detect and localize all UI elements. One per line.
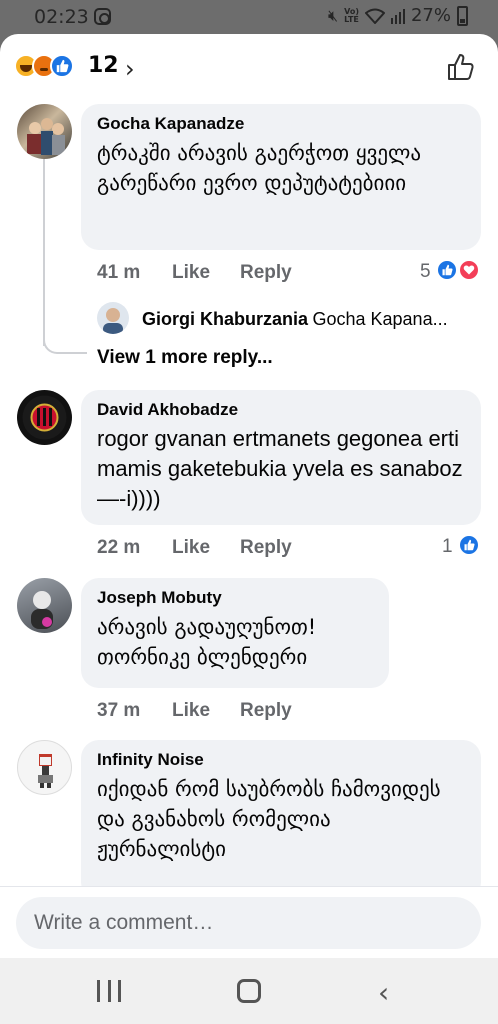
reply-preview[interactable]: Giorgi Khaburzania Gocha Kapana... <box>142 309 448 330</box>
thread-curve <box>43 284 87 354</box>
comment-time: 41 m <box>97 262 141 283</box>
chevron-right-icon[interactable]: › <box>125 55 135 83</box>
comment-input[interactable] <box>16 897 481 949</box>
battery-text: 27% <box>410 5 451 26</box>
comment-bubble[interactable]: David Akhobadze rogor gvanan ertmanets g… <box>81 390 481 525</box>
battery-icon <box>457 5 468 26</box>
reply-text: Gocha Kapana... <box>312 309 448 329</box>
avatar[interactable] <box>97 302 129 334</box>
comment-actions: 37 m Like Reply <box>97 700 397 724</box>
home-icon[interactable] <box>237 979 261 1003</box>
comment-text: არავის გადაუღუნოთ! თორნიკე ბლენდერი <box>97 615 317 669</box>
reaction-count[interactable]: 12 <box>88 53 119 78</box>
reply-button[interactable]: Reply <box>240 700 292 722</box>
status-time: 02:23 <box>34 6 89 28</box>
comment-bubble[interactable]: Joseph Mobuty არავის გადაუღუნოთ! თორნიკე… <box>81 578 389 688</box>
comment-time: 37 m <box>97 700 141 721</box>
love-icon <box>458 259 480 281</box>
comment-author[interactable]: Gocha Kapanadze <box>97 114 465 134</box>
status-bar: 02:23 🔇︎ Vo) LTE 27% <box>0 0 498 34</box>
comment-text: ტრაკში არავის გაერჭოთ ყველა გარეწარი ევრ… <box>97 141 422 195</box>
comment-text: rogor gvanan ertmanets gegonea erti mami… <box>97 426 463 511</box>
reply-button[interactable]: Reply <box>240 262 292 284</box>
reaction-icons[interactable] <box>14 54 84 80</box>
like-button[interactable]: Like <box>172 537 210 559</box>
like-button-icon[interactable] <box>446 52 476 82</box>
avatar[interactable] <box>17 740 72 795</box>
like-icon <box>436 259 458 281</box>
like-icon <box>50 54 74 78</box>
comment-author[interactable]: Infinity Noise <box>97 750 465 770</box>
comments-sheet: 12 › Gocha Kapanadze ტრაკში არავის გაერჭ… <box>0 34 498 958</box>
comment-reaction-count[interactable]: 5 <box>420 261 431 283</box>
like-icon <box>458 534 480 556</box>
comment-actions: 22 m Like Reply <box>97 537 397 561</box>
avatar[interactable] <box>17 578 72 633</box>
instagram-icon <box>94 8 111 25</box>
avatar[interactable] <box>17 104 72 159</box>
comment-composer <box>0 886 498 958</box>
wifi-icon <box>364 8 385 24</box>
signal-icon <box>390 8 405 24</box>
comment-actions: 41 m Like Reply <box>97 262 397 286</box>
comment-bubble[interactable]: Infinity Noise იქიდან რომ საუბრობს ჩამოვ… <box>81 740 481 900</box>
like-button[interactable]: Like <box>172 262 210 284</box>
reply-author[interactable]: Giorgi Khaburzania <box>142 309 308 329</box>
comment-bubble[interactable]: Gocha Kapanadze ტრაკში არავის გაერჭოთ ყვ… <box>81 104 481 250</box>
comment-text: იქიდან რომ საუბრობს ჩამოვიდეს და გვანახო… <box>97 777 441 861</box>
comment-reaction-count[interactable]: 1 <box>442 536 453 558</box>
back-icon[interactable]: ‹ <box>378 976 389 1009</box>
lte-icon: Vo) LTE <box>344 6 359 24</box>
status-icons: 🔇︎ Vo) LTE 27% <box>328 5 468 26</box>
mute-icon: 🔇︎ <box>327 5 339 25</box>
comment-time: 22 m <box>97 537 141 558</box>
system-nav-bar: ‹ <box>0 958 498 1024</box>
like-button[interactable]: Like <box>172 700 210 722</box>
avatar[interactable] <box>17 390 72 445</box>
view-more-replies-link[interactable]: View 1 more reply... <box>97 347 273 369</box>
reply-button[interactable]: Reply <box>240 537 292 559</box>
comment-author[interactable]: David Akhobadze <box>97 400 465 420</box>
reactions-header[interactable]: 12 › <box>0 34 498 98</box>
recent-apps-icon[interactable] <box>97 980 121 1002</box>
comment-author[interactable]: Joseph Mobuty <box>97 588 373 608</box>
